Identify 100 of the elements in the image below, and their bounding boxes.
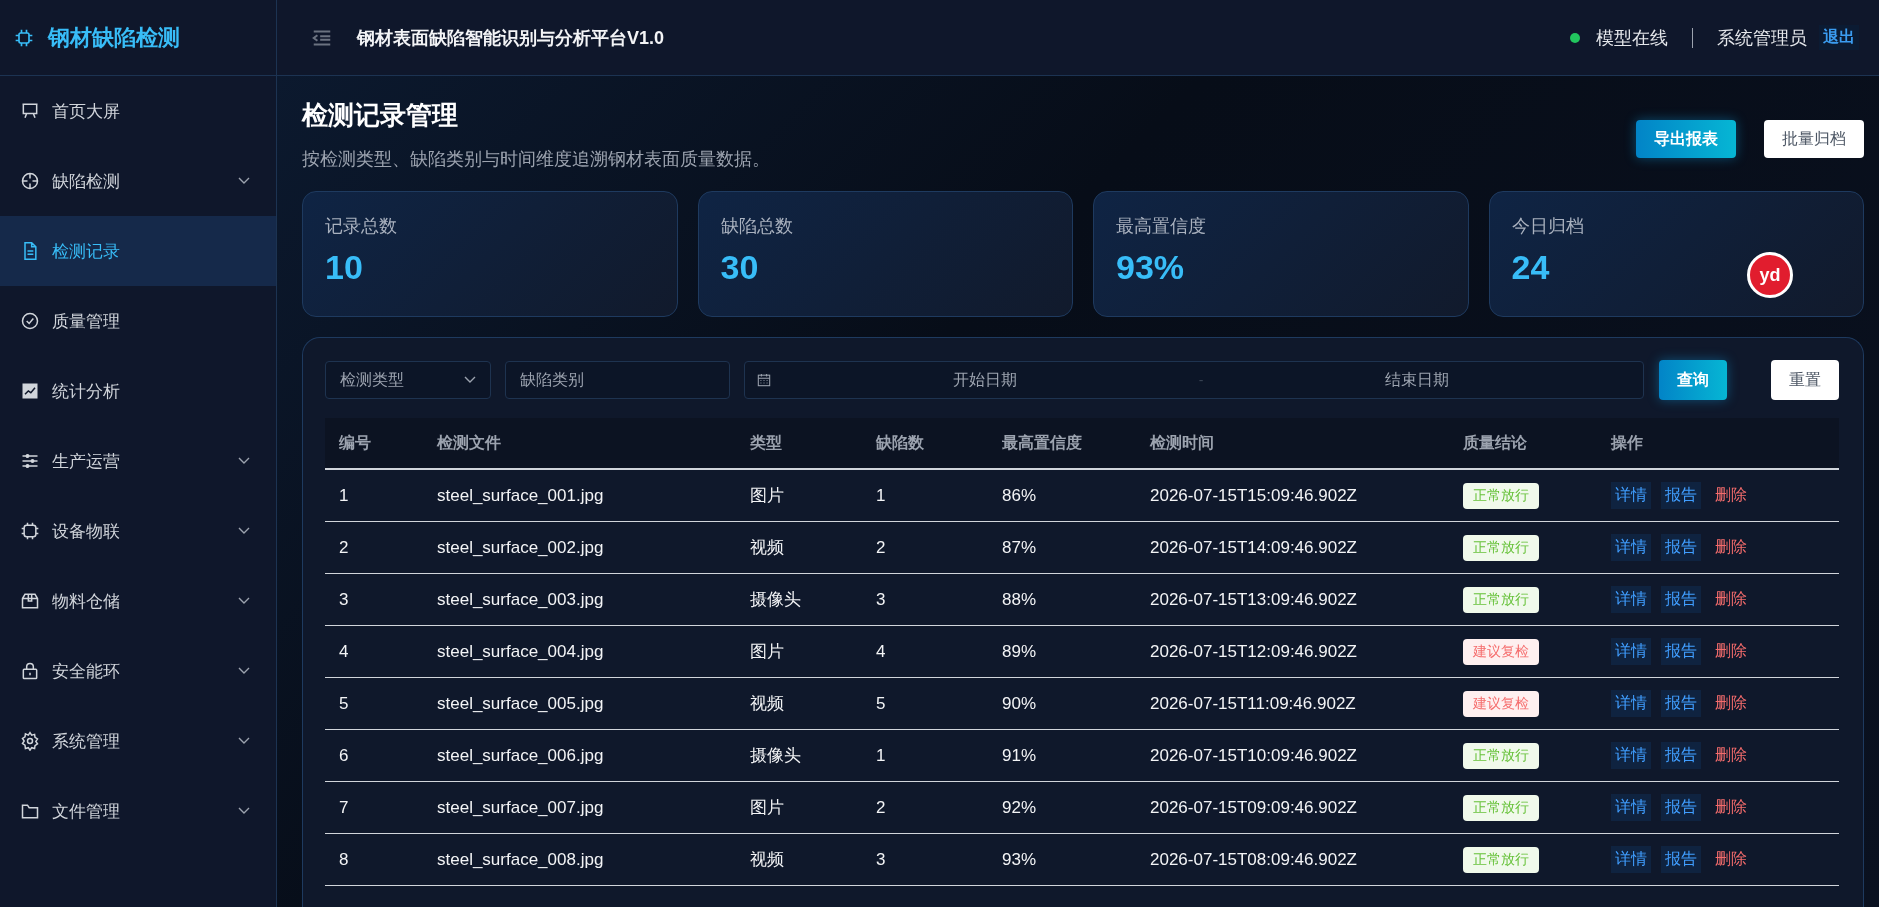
filter-button[interactable]: 查询 — [1659, 360, 1727, 400]
delete-link[interactable]: 删除 — [1711, 482, 1751, 509]
chevron-down-icon — [238, 597, 250, 605]
table-cell: 88% — [988, 573, 1136, 626]
sidebar-item[interactable]: 系统管理 — [0, 706, 276, 776]
stat-value: 24 — [1511, 248, 1550, 287]
table-cell: 92% — [988, 781, 1136, 834]
table-cell: 6 — [325, 729, 423, 782]
action-button[interactable]: 导出报表 — [1636, 120, 1736, 158]
logout-button[interactable]: 退出 — [1819, 25, 1859, 50]
table-cell: 3 — [862, 573, 988, 626]
sidebar-item[interactable]: 统计分析 — [0, 356, 276, 426]
category-input[interactable]: 缺陷类别 — [505, 361, 730, 399]
column-header: 编号 — [325, 418, 423, 469]
sidebar-item[interactable]: 首页大屏 — [0, 76, 276, 146]
start-date-input[interactable]: 开始日期 — [771, 370, 1199, 390]
table-cell: 89% — [988, 625, 1136, 678]
table-cell: steel_surface_004.jpg — [423, 625, 736, 678]
model-status: 模型在线 — [1596, 26, 1668, 50]
table-cell: 视频 — [736, 677, 862, 730]
sidebar-item[interactable]: 质量管理 — [0, 286, 276, 356]
table-cell: 2026-07-15T13:09:46.902Z — [1136, 573, 1449, 626]
settings-icon — [20, 731, 40, 751]
sliders-icon — [20, 451, 40, 471]
table-cell: 图片 — [736, 625, 862, 678]
report-link[interactable]: 报告 — [1661, 482, 1701, 509]
stat-label: 最高置信度 — [1116, 215, 1207, 238]
chevron-down-icon — [238, 667, 250, 675]
page-subtitle: 按检测类型、缺陷类别与时间维度追溯钢材表面质量数据。 — [302, 148, 770, 171]
table-cell: 视频 — [736, 521, 862, 574]
table-cell: 视频 — [736, 833, 862, 886]
sidebar-item[interactable]: 缺陷检测 — [0, 146, 276, 216]
crosshair-icon — [20, 171, 40, 191]
table-cell: 2026-07-15T12:09:46.902Z — [1136, 625, 1449, 678]
table-cell: 2026-07-15T14:09:46.902Z — [1136, 521, 1449, 574]
column-header: 检测文件 — [423, 418, 736, 469]
action-button[interactable]: 批量归档 — [1764, 120, 1864, 158]
sidebar-item[interactable]: 设备物联 — [0, 496, 276, 566]
verdict-tag: 正常放行 — [1463, 846, 1539, 873]
report-link[interactable]: 报告 — [1661, 846, 1701, 873]
table-cell: 图片 — [736, 469, 862, 522]
report-link[interactable]: 报告 — [1661, 794, 1701, 821]
sidebar-item[interactable]: 文件管理 — [0, 776, 276, 846]
type-select[interactable]: 检测类型 — [325, 361, 491, 399]
table-cell: 8 — [325, 833, 423, 886]
sidebar-item[interactable]: 安全能环 — [0, 636, 276, 706]
report-link[interactable]: 报告 — [1661, 638, 1701, 665]
column-header: 操作 — [1597, 418, 1839, 469]
brand-name: 钢材缺陷检测 — [48, 23, 180, 52]
report-link[interactable]: 报告 — [1661, 690, 1701, 717]
delete-link[interactable]: 删除 — [1711, 690, 1751, 717]
details-link[interactable]: 详情 — [1611, 794, 1651, 821]
chevron-down-icon — [238, 737, 250, 745]
table-cell: 7 — [325, 781, 423, 834]
chip-icon — [14, 27, 34, 48]
end-date-input[interactable]: 结束日期 — [1203, 370, 1631, 390]
verdict-tag: 正常放行 — [1463, 794, 1539, 821]
delete-link[interactable]: 删除 — [1711, 742, 1751, 769]
table-cell: 2026-07-15T15:09:46.902Z — [1136, 469, 1449, 522]
stat-value: 30 — [720, 248, 759, 287]
details-link[interactable]: 详情 — [1611, 690, 1651, 717]
app-title: 钢材表面缺陷智能识别与分析平台V1.0 — [357, 26, 665, 50]
table-cell: steel_surface_002.jpg — [423, 521, 736, 574]
calendar-icon — [757, 373, 771, 387]
details-link[interactable]: 详情 — [1611, 742, 1651, 769]
delete-link[interactable]: 删除 — [1711, 794, 1751, 821]
column-header: 类型 — [736, 418, 862, 469]
sidebar-item[interactable]: 检测记录 — [0, 216, 276, 286]
chevron-down-icon — [464, 376, 476, 384]
stat-label: 记录总数 — [325, 215, 398, 238]
details-link[interactable]: 详情 — [1611, 482, 1651, 509]
verdict-tag: 建议复检 — [1463, 638, 1539, 665]
table-cell: steel_surface_007.jpg — [423, 781, 736, 834]
report-link[interactable]: 报告 — [1661, 742, 1701, 769]
sidebar-item[interactable]: 物料仓储 — [0, 566, 276, 636]
package-icon — [20, 591, 40, 611]
column-header: 检测时间 — [1136, 418, 1449, 469]
table-cell: steel_surface_006.jpg — [423, 729, 736, 782]
details-link[interactable]: 详情 — [1611, 846, 1651, 873]
delete-link[interactable]: 删除 — [1711, 846, 1751, 873]
stat-label: 缺陷总数 — [720, 215, 794, 238]
report-link[interactable]: 报告 — [1661, 586, 1701, 613]
report-link[interactable]: 报告 — [1661, 534, 1701, 561]
details-link[interactable]: 详情 — [1611, 534, 1651, 561]
table-cell: steel_surface_003.jpg — [423, 573, 736, 626]
presentation-icon — [20, 101, 40, 121]
table-cell: 91% — [988, 729, 1136, 782]
stat-value: 93% — [1116, 248, 1185, 287]
sidebar-item[interactable]: 生产运营 — [0, 426, 276, 496]
folder-icon — [20, 801, 40, 821]
verdict-tag: 正常放行 — [1463, 482, 1539, 509]
delete-link[interactable]: 删除 — [1711, 586, 1751, 613]
delete-link[interactable]: 删除 — [1711, 638, 1751, 665]
filter-button[interactable]: 重置 — [1771, 360, 1839, 400]
delete-link[interactable]: 删除 — [1711, 534, 1751, 561]
details-link[interactable]: 详情 — [1611, 586, 1651, 613]
column-header: 缺陷数 — [862, 418, 988, 469]
app-badge[interactable]: yd — [1747, 252, 1793, 298]
lock-icon — [20, 661, 40, 681]
details-link[interactable]: 详情 — [1611, 638, 1651, 665]
